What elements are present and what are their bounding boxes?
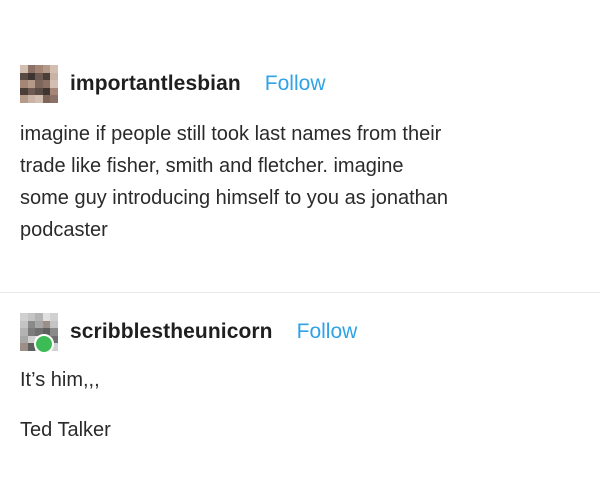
post-text-line: Ted Talker (20, 419, 111, 441)
avatar-pixel (50, 320, 58, 329)
post-body: It’s him,,, Ted Talker (20, 364, 580, 446)
avatar-pixel (20, 313, 28, 321)
pixelated-avatar-icon (20, 65, 58, 103)
avatar-pixel (20, 65, 28, 73)
post-text-line: trade like fisher, smith and fletcher. i… (20, 155, 404, 177)
post-text-line: It’s him,,, (20, 369, 100, 391)
avatar-pixel (27, 95, 36, 103)
avatar-pixel (50, 95, 58, 103)
post-divider (0, 292, 600, 293)
avatar-pixel (35, 87, 43, 96)
avatar-pixel (42, 320, 51, 329)
avatar-pixel (27, 87, 36, 96)
avatar-pixel (27, 80, 36, 88)
avatar-pixel (35, 320, 43, 329)
avatar-pixel (20, 95, 28, 103)
avatar-pixel (35, 313, 43, 321)
avatar-pixel (42, 65, 51, 73)
avatar-pixel (50, 328, 58, 336)
avatar-pixel (20, 335, 28, 344)
post-text-line: podcaster (20, 219, 108, 241)
avatar-pixel (42, 87, 51, 96)
avatar-pixel (35, 72, 43, 81)
avatar-pixel (50, 87, 58, 96)
reblog-entry-reply: scribblestheunicorn Follow It’s him,,, T… (20, 310, 580, 464)
avatar-pixel (42, 80, 51, 88)
avatar-pixel (42, 313, 51, 321)
avatar-pixel (27, 72, 36, 81)
avatar-pixel (20, 87, 28, 96)
avatar-pixel (20, 72, 28, 81)
avatar-pixel (27, 320, 36, 329)
avatar-pixel (50, 65, 58, 73)
avatar-pixel (35, 95, 43, 103)
online-status-icon (34, 334, 54, 354)
post-text-line: some guy introducing himself to you as j… (20, 187, 449, 209)
avatar-pixel (27, 313, 36, 321)
avatar-pixel (35, 65, 43, 73)
post-header: importantlesbian Follow (20, 62, 580, 106)
username[interactable]: importantlesbian (70, 72, 241, 96)
avatar-pixel (20, 328, 28, 336)
avatar-pixel (27, 328, 36, 336)
avatar-pixel (20, 320, 28, 329)
avatar-pixel (20, 80, 28, 88)
avatar-pixel (20, 343, 28, 351)
post-body: imagine if people still took last names … (20, 118, 580, 246)
avatar-pixel (35, 80, 43, 88)
avatar[interactable] (20, 313, 58, 354)
avatar[interactable] (20, 65, 58, 103)
avatar-pixel (42, 95, 51, 103)
reblog-entry-original: importantlesbian Follow imagine if peopl… (20, 62, 580, 246)
follow-button[interactable]: Follow (265, 72, 326, 96)
avatar-pixel (50, 313, 58, 321)
username[interactable]: scribblestheunicorn (70, 320, 273, 344)
avatar-pixel (50, 72, 58, 81)
follow-button[interactable]: Follow (297, 320, 358, 344)
post-header: scribblestheunicorn Follow (20, 310, 580, 354)
avatar-pixel (50, 80, 58, 88)
post-text-line: imagine if people still took last names … (20, 123, 442, 145)
avatar-pixel (42, 72, 51, 81)
avatar-pixel (27, 65, 36, 73)
